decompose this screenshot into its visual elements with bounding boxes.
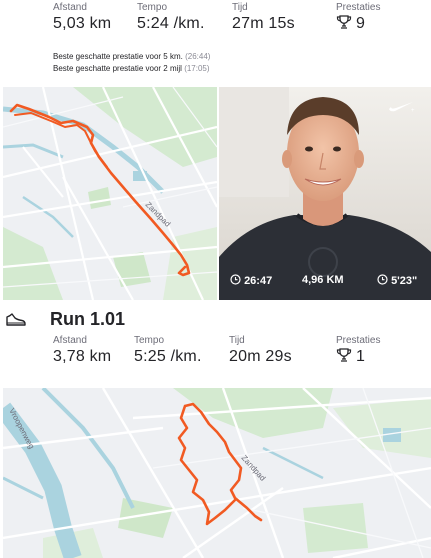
run1-stat-pace: Tempo 5:24 /km.	[137, 2, 205, 34]
run2-stat-distance: Afstand 3,78 km	[53, 335, 111, 367]
stat-label: Afstand	[53, 335, 87, 346]
overlay-time: 26:47	[230, 274, 272, 287]
best-effort-time: (17:05)	[184, 64, 210, 73]
run2-stat-achievements[interactable]: Prestaties 1	[336, 335, 380, 367]
stat-value: 3,78 km	[53, 348, 112, 365]
trophy-icon	[336, 348, 352, 362]
overlay-pace: 5'23"	[377, 274, 417, 287]
run1-stat-distance: Afstand 5,03 km	[53, 2, 111, 34]
stat-value: 5,03 km	[53, 15, 112, 32]
run1-selfie-photo[interactable]: +	[219, 87, 431, 300]
run-title[interactable]: Run 1.01	[50, 309, 125, 330]
shoe-icon	[6, 313, 26, 326]
stat-label: Tempo	[134, 335, 165, 346]
svg-text:+: +	[411, 108, 415, 113]
run1-stat-achievements[interactable]: Prestaties 9	[336, 2, 380, 34]
best-effort-text: Beste geschatte prestatie voor 5 km.	[53, 52, 183, 61]
stat-label: Prestaties	[336, 335, 381, 346]
clock-icon	[377, 274, 388, 285]
stat-label: Tijd	[229, 335, 245, 346]
stat-label: Prestaties	[336, 2, 381, 13]
best-effort-time: (26:44)	[185, 52, 211, 61]
run1-map-svg: Zandpad	[3, 87, 217, 300]
stat-value: 1	[356, 348, 366, 365]
stat-value: 5:25 /km.	[134, 348, 202, 365]
best-effort-2mi: Beste geschatte prestatie voor 2 mijl (1…	[53, 63, 210, 74]
overlay-distance: 4,96 KM	[302, 274, 344, 286]
run1-stat-time: Tijd 27m 15s	[232, 2, 295, 34]
run1-route-map[interactable]: Zandpad	[3, 87, 217, 300]
stat-label: Tempo	[137, 2, 168, 13]
stat-value: 20m 29s	[229, 348, 292, 365]
best-effort-5k: Beste geschatte prestatie voor 5 km. (26…	[53, 51, 210, 62]
stat-value: 9	[356, 15, 366, 32]
selfie-image	[219, 87, 431, 300]
run1-stats: Afstand 5,03 km Tempo 5:24 /km. Tijd 27m…	[0, 2, 431, 42]
stat-label: Afstand	[53, 2, 87, 13]
best-effort-text: Beste geschatte prestatie voor 2 mijl	[53, 64, 182, 73]
run2-stat-pace: Tempo 5:25 /km.	[134, 335, 202, 367]
stat-value-wrap: 1	[336, 347, 380, 367]
stat-label: Tijd	[232, 2, 248, 13]
run2-route-map[interactable]: Vroopenweg Zandpad	[3, 388, 431, 558]
run2-stats: Afstand 3,78 km Tempo 5:25 /km. Tijd 20m…	[0, 335, 431, 375]
stat-value-wrap: 9	[336, 14, 380, 34]
overlay-pace-value: 5'23"	[391, 275, 418, 287]
stat-value: 5:24 /km.	[137, 15, 205, 32]
trophy-icon	[336, 15, 352, 29]
run2-header[interactable]: Run 1.01	[0, 306, 431, 334]
nike-swoosh-icon: +	[389, 102, 415, 113]
clock-icon	[230, 274, 241, 285]
stat-value: 27m 15s	[232, 15, 295, 32]
run2-stat-time: Tijd 20m 29s	[229, 335, 292, 367]
run2-map-svg: Vroopenweg Zandpad	[3, 388, 431, 558]
overlay-time-value: 26:47	[244, 275, 273, 287]
